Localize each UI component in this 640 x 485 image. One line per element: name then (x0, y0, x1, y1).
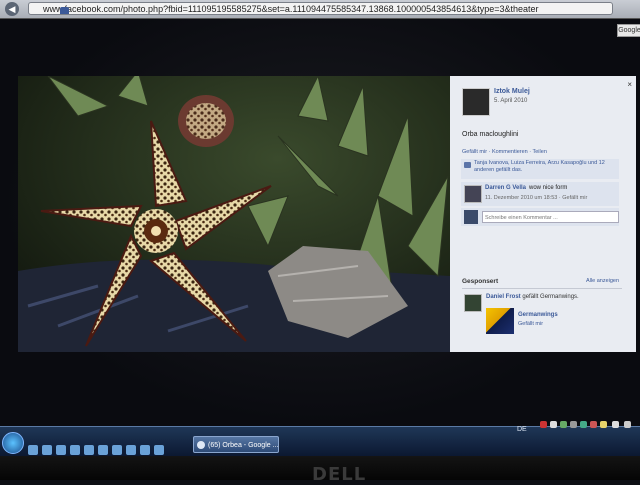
close-icon[interactable]: × (627, 80, 632, 89)
tray-icon[interactable] (550, 421, 557, 428)
tray-icon[interactable] (600, 421, 607, 428)
quicklaunch-icon[interactable] (28, 445, 38, 455)
thumbs-up-icon (464, 162, 471, 168)
comment-input[interactable]: Schreibe einen Kommentar ... (482, 211, 619, 223)
google-search-box[interactable]: Google (617, 24, 640, 37)
ad-title-link[interactable]: Germanwings (518, 312, 558, 318)
author-avatar[interactable] (462, 88, 490, 116)
ad-like-link[interactable]: Gefällt mir (518, 321, 543, 327)
taskbar-window-button[interactable]: (65) Orbea - Google ... (193, 436, 279, 453)
monitor-brand-logo: DELL (312, 464, 367, 485)
comment-text: wow nice form (529, 185, 568, 191)
sponsor-friend-avatar[interactable] (464, 294, 482, 312)
browser-toolbar: ◀ www.facebook.com/photo.php?fbid=111095… (0, 0, 640, 19)
write-comment-row: Schreibe einen Kommentar ... (461, 208, 619, 226)
photo-sidebar: × Iztok Mulej 5. April 2010 Orba macloug… (450, 76, 636, 352)
taskbar-window-title: (65) Orbea - Google ... (208, 442, 279, 449)
tray-icon[interactable] (624, 421, 631, 428)
like-comment-share-links[interactable]: Gefällt mir · Kommentieren · Teilen (462, 149, 547, 155)
quicklaunch-icon[interactable] (42, 445, 52, 455)
sponsor-story: Daniel Frost gefällt Germanwings. (486, 294, 579, 300)
quicklaunch-icon[interactable] (56, 445, 66, 455)
photo-image[interactable] (18, 76, 450, 352)
commenter-avatar[interactable] (464, 185, 482, 203)
tray-icon[interactable] (580, 421, 587, 428)
likes-summary[interactable]: Tanja Ivanova, Luiza Ferreira, Arzu Kasa… (461, 159, 619, 179)
quicklaunch-icon[interactable] (112, 445, 122, 455)
see-all-link[interactable]: Alle anzeigen (586, 278, 619, 284)
quicklaunch-icon[interactable] (70, 445, 80, 455)
tray-icon[interactable] (540, 421, 547, 428)
divider (462, 288, 622, 289)
current-user-avatar (464, 210, 478, 224)
orbea-flower-photo (18, 76, 450, 352)
quicklaunch-icon[interactable] (140, 445, 150, 455)
comment-author-link[interactable]: Darren G Vella (485, 185, 526, 191)
photo-caption: Orba macloughlini (462, 131, 519, 138)
quicklaunch-icon[interactable] (126, 445, 136, 455)
likes-text: Tanja Ivanova, Luiza Ferreira, Arzu Kasa… (474, 160, 605, 173)
quicklaunch-icon[interactable] (154, 445, 164, 455)
language-indicator[interactable]: DE (517, 426, 527, 433)
author-name-link[interactable]: Iztok Mulej (494, 88, 530, 95)
chrome-icon (197, 441, 205, 449)
facebook-favicon-icon (60, 7, 69, 14)
sponsor-story-text: gefällt Germanwings. (522, 294, 579, 300)
post-date[interactable]: 5. April 2010 (494, 98, 527, 104)
ad-image[interactable] (486, 308, 514, 334)
tray-icon[interactable] (590, 421, 597, 428)
address-bar[interactable]: www.facebook.com/photo.php?fbid=11109519… (28, 2, 613, 15)
sponsored-heading: Gesponsert (462, 278, 499, 285)
tray-icon[interactable] (560, 421, 567, 428)
tray-icon[interactable] (612, 421, 619, 428)
url-text: www.facebook.com/photo.php?fbid=11109519… (43, 4, 539, 14)
windows-taskbar: (65) Orbea - Google ... (0, 426, 640, 457)
comment-item: Darren G Vella wow nice form 11. Dezembe… (461, 182, 619, 206)
back-button[interactable]: ◀ (5, 2, 19, 16)
quicklaunch-icon[interactable] (84, 445, 94, 455)
quicklaunch-icon[interactable] (98, 445, 108, 455)
start-button[interactable] (2, 432, 24, 454)
sponsor-friend-link[interactable]: Daniel Frost (486, 294, 521, 300)
comment-meta[interactable]: 11. Dezember 2010 um 18:53 · Gefällt mir (485, 195, 587, 201)
tray-icon[interactable] (570, 421, 577, 428)
